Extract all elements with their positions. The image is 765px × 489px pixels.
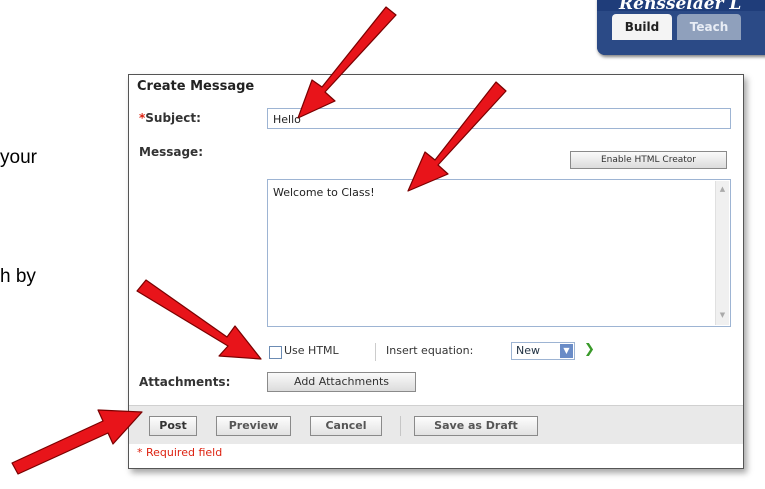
subject-input[interactable]: Hello [267, 108, 731, 129]
use-html-checkbox[interactable] [269, 346, 282, 359]
post-button[interactable]: Post [149, 416, 197, 436]
insert-equation-label: Insert equation: [386, 344, 474, 357]
arrow-to-post [11, 409, 143, 475]
slide-text-fragment-2: h by [0, 266, 36, 287]
slide-text-fragment-1: your [0, 147, 37, 168]
dialog-footer: Post Preview Cancel Save as Draft [129, 405, 743, 444]
equation-select-value: New [516, 344, 540, 357]
required-field-note: * Required field [137, 446, 223, 459]
dialog-title: Create Message [137, 79, 255, 94]
textarea-scrollbar[interactable]: ▲ ▼ [715, 181, 729, 325]
save-as-draft-button[interactable]: Save as Draft [414, 416, 538, 436]
chevron-down-icon[interactable]: ▼ [560, 344, 573, 358]
create-message-dialog: Create Message *Subject: Hello Message: … [128, 74, 744, 469]
message-body: Welcome to Class! [273, 186, 375, 199]
site-header: Rensselaer L Build Teach [597, 0, 765, 55]
tab-teach[interactable]: Teach [677, 14, 741, 40]
scroll-down-icon[interactable]: ▼ [716, 309, 729, 322]
add-attachments-button[interactable]: Add Attachments [267, 372, 416, 392]
equation-select[interactable]: New ▼ [511, 342, 575, 360]
scroll-up-icon[interactable]: ▲ [716, 183, 729, 196]
go-arrow-icon[interactable]: ❯ [584, 342, 595, 357]
attachments-label: Attachments: [139, 375, 231, 389]
preview-button[interactable]: Preview [216, 416, 291, 436]
footer-divider [400, 416, 401, 436]
tab-build[interactable]: Build [612, 14, 672, 40]
use-html-label: Use HTML [284, 344, 339, 357]
subject-label-text: Subject: [145, 111, 201, 125]
enable-html-creator-button[interactable]: Enable HTML Creator [570, 151, 727, 169]
cancel-button[interactable]: Cancel [310, 416, 382, 436]
subject-label: *Subject: [139, 111, 201, 125]
toolbar-divider [375, 343, 376, 361]
message-textarea[interactable]: Welcome to Class! ▲ ▼ [267, 179, 731, 327]
message-label: Message: [139, 145, 203, 159]
